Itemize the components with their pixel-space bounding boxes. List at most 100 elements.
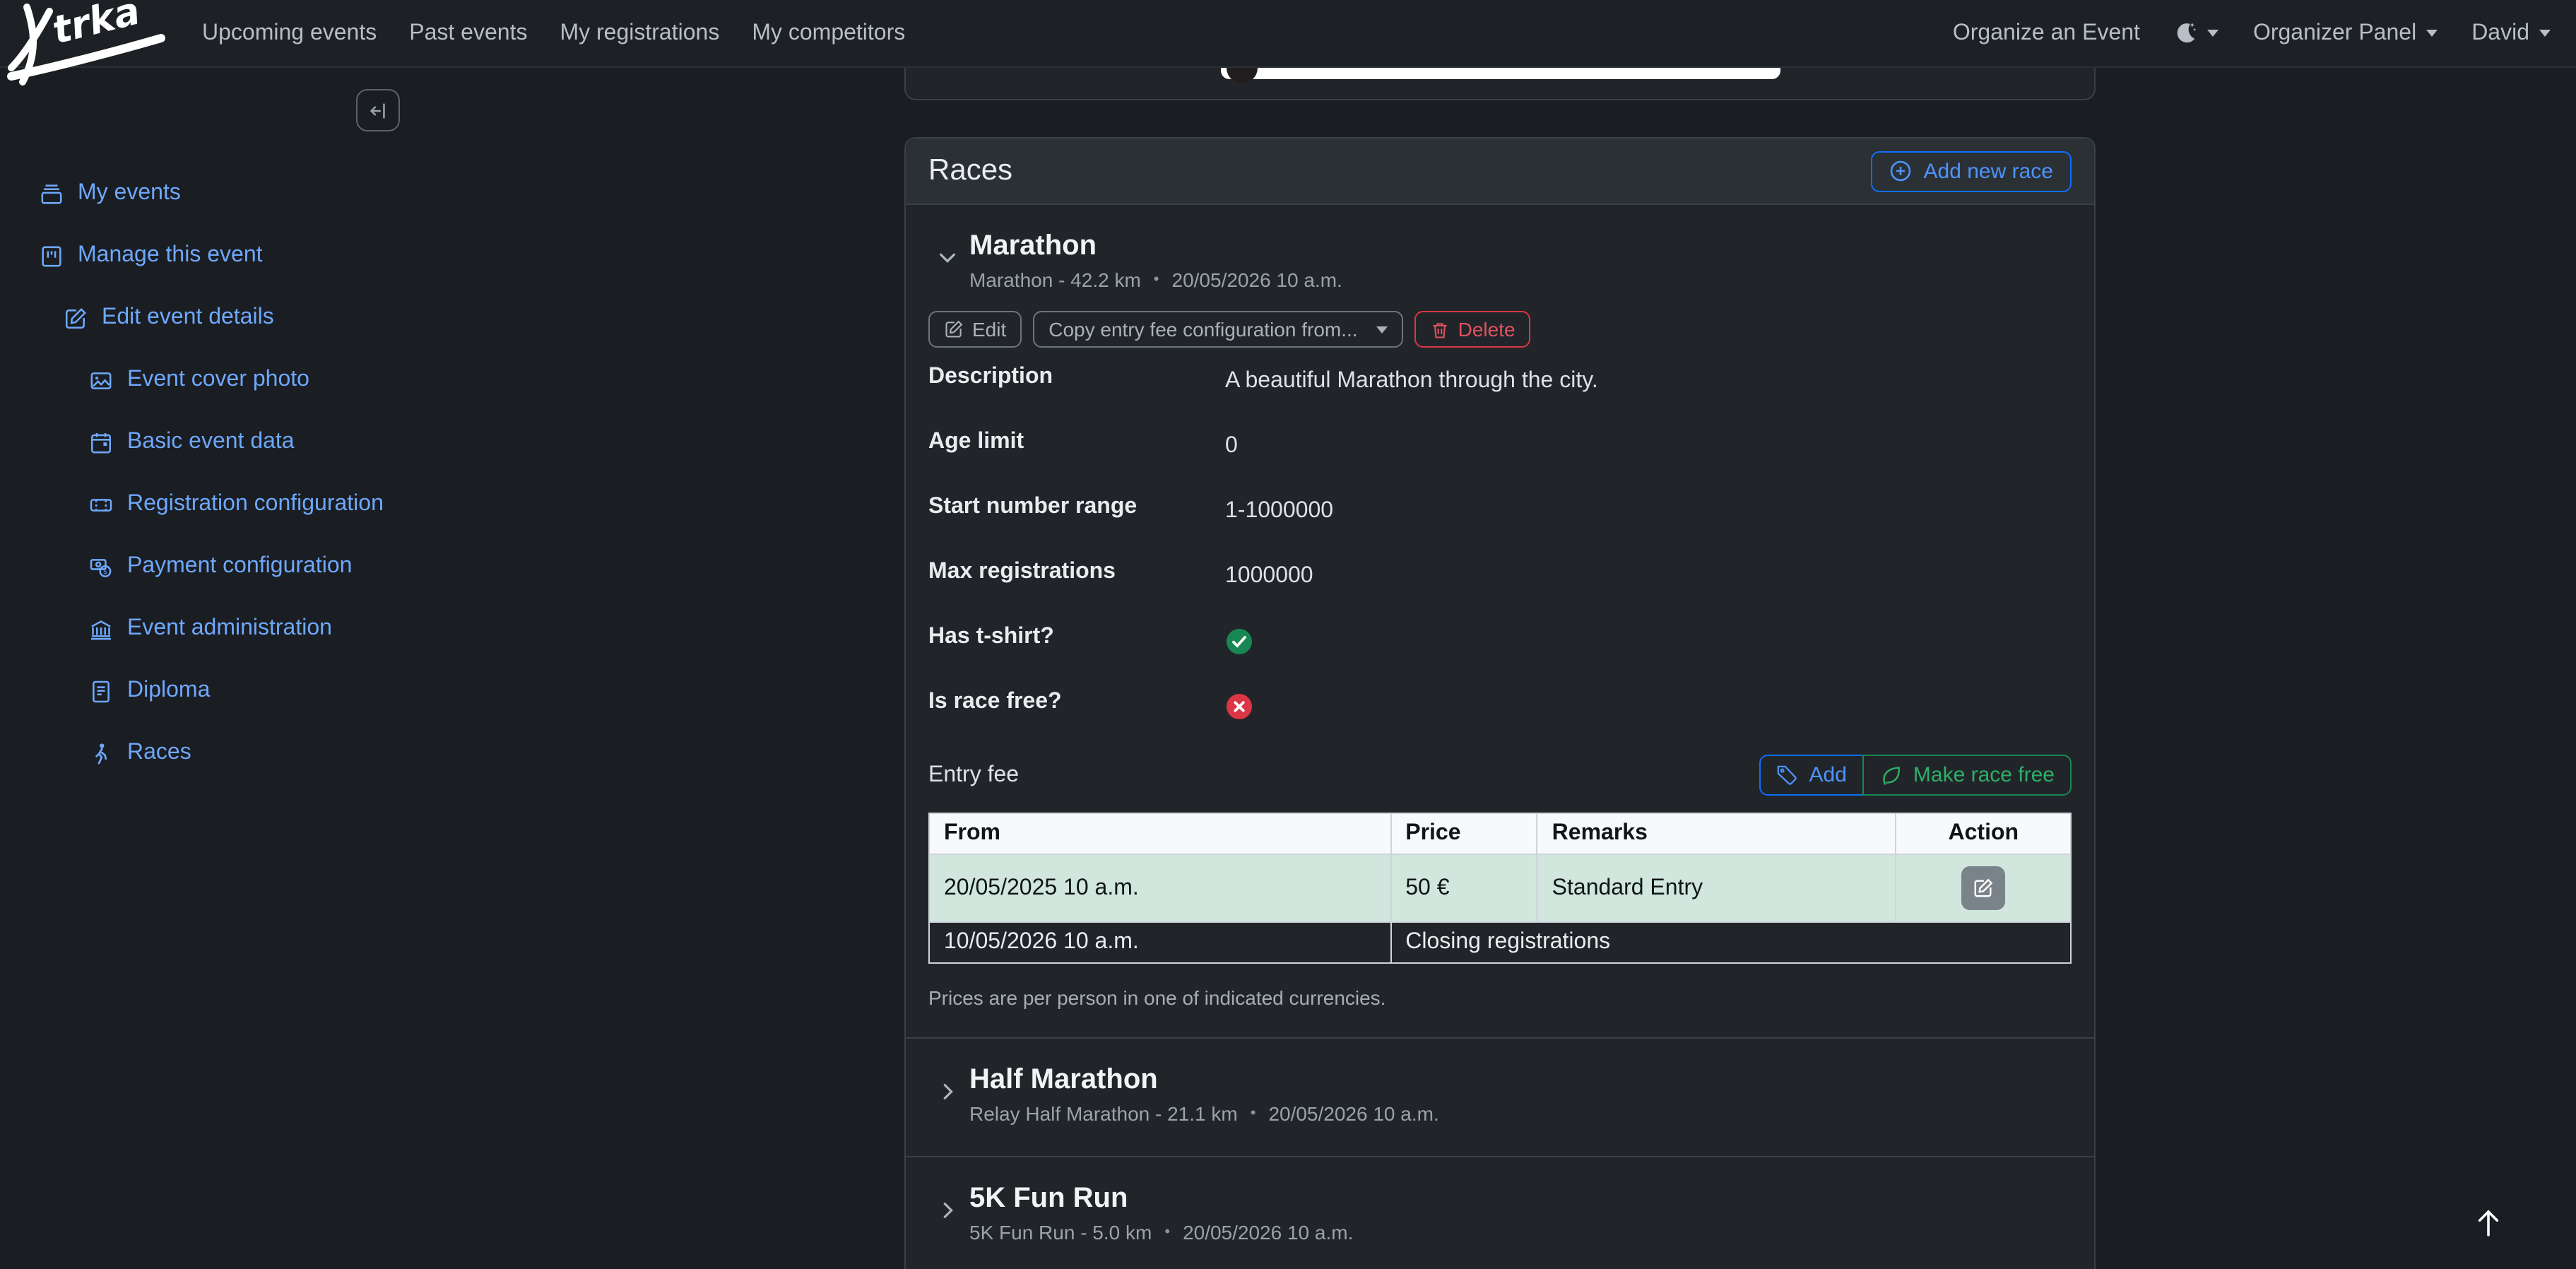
column-header-price: Price — [1390, 813, 1538, 855]
column-header-from: From — [928, 813, 1392, 855]
race-fields: Description A beautiful Marathon through… — [928, 365, 2072, 724]
dot-separator: • — [1164, 1224, 1171, 1241]
field-value: A beautiful Marathon through the city. — [1225, 369, 1598, 393]
chevron-right-icon — [937, 1081, 958, 1102]
race-marathon-toggle[interactable]: Marathon Marathon - 42.2 km • 20/05/2026… — [928, 230, 2072, 291]
race-section-5k-fun-run[interactable]: 5K Fun Run 5K Fun Run - 5.0 km • 20/05/2… — [906, 1156, 2094, 1269]
main-nav: Upcoming events Past events My registrat… — [202, 20, 905, 46]
calendar-icon — [89, 430, 113, 454]
field-value: 1-1000000 — [1225, 499, 1334, 523]
make-race-free-button[interactable]: Make race free — [1862, 755, 2072, 796]
field-row-start-number-range: Start number range 1-1000000 — [928, 495, 2072, 529]
navbar-right: Organize an Event Organizer Panel David — [1953, 20, 2576, 46]
entry-fee-table: From Price Remarks Action 20/05/2025 10 … — [928, 813, 2072, 964]
dot-separator: • — [1250, 1105, 1256, 1122]
race-distance: Relay Half Marathon - 21.1 km — [969, 1102, 1238, 1125]
sidebar-item-payment-configuration[interactable]: $ Payment configuration — [0, 536, 452, 598]
field-label: Has t-shirt? — [928, 625, 1054, 649]
race-section-marathon: Marathon Marathon - 42.2 km • 20/05/2026… — [906, 205, 2094, 1037]
organizer-panel-label: Organizer Panel — [2252, 20, 2417, 45]
sidebar-item-edit-event-details[interactable]: Edit event details — [0, 287, 452, 349]
sidebar-item-event-cover-photo[interactable]: Event cover photo — [0, 349, 452, 411]
file-text-icon — [89, 679, 113, 703]
caret-down-icon — [1376, 326, 1388, 333]
race-datetime: 20/05/2026 10 a.m. — [1171, 268, 1342, 291]
race-title: Half Marathon — [969, 1064, 1158, 1095]
sidebar-item-my-events[interactable]: My events — [0, 163, 452, 225]
pencil-square-icon — [64, 306, 88, 330]
column-header-action: Action — [1895, 813, 2072, 855]
sidebar-item-races[interactable]: Races — [0, 722, 452, 784]
sidebar-item-label: Manage this event — [78, 243, 263, 267]
field-value: 0 — [1225, 434, 1238, 458]
copy-entry-fee-label: Copy entry fee configuration from... — [1048, 318, 1358, 341]
prices-note: Prices are per person in one of indicate… — [928, 986, 1386, 1009]
theme-toggle-menu[interactable] — [2174, 21, 2219, 45]
sidebar-item-event-administration[interactable]: Event administration — [0, 598, 452, 660]
field-label: Age limit — [928, 430, 1024, 454]
collection-icon — [40, 182, 64, 206]
chevron-right-icon — [937, 1200, 958, 1221]
nav-past-events[interactable]: Past events — [409, 20, 527, 46]
organizer-panel-menu[interactable]: Organizer Panel — [2253, 20, 2438, 46]
nav-upcoming-events[interactable]: Upcoming events — [202, 20, 377, 46]
edit-entry-fee-button[interactable] — [1961, 866, 2006, 910]
race-titles: 5K Fun Run 5K Fun Run - 5.0 km • 20/05/2… — [969, 1183, 1353, 1244]
race-distance: Marathon - 42.2 km — [969, 268, 1141, 291]
nav-organize-an-event[interactable]: Organize an Event — [1953, 20, 2140, 46]
sidebar-item-manage-this-event[interactable]: Manage this event — [0, 225, 452, 287]
races-card: Races Add new race Marathon Marathon - 4… — [904, 137, 2096, 1269]
race-5k-fun-run-toggle[interactable]: 5K Fun Run 5K Fun Run - 5.0 km • 20/05/2… — [928, 1183, 2072, 1244]
nav-my-competitors[interactable]: My competitors — [752, 20, 905, 46]
sidebar-item-label: Diploma — [127, 678, 211, 702]
kanban-icon — [40, 244, 64, 268]
race-subtitle: Marathon - 42.2 km • 20/05/2026 10 a.m. — [969, 268, 1342, 291]
race-section-half-marathon[interactable]: Half Marathon Relay Half Marathon - 21.1… — [906, 1037, 2094, 1156]
caret-down-icon — [2207, 30, 2219, 37]
ticket-icon — [89, 492, 113, 517]
user-menu[interactable]: David — [2471, 20, 2551, 46]
delete-race-button[interactable]: Delete — [1414, 311, 1531, 348]
cash-coin-icon: $ — [89, 555, 113, 579]
field-label: Start number range — [928, 495, 1138, 519]
field-row-description: Description A beautiful Marathon through… — [928, 365, 2072, 399]
edit-race-button[interactable]: Edit — [928, 311, 1022, 348]
sidebar-item-basic-event-data[interactable]: Basic event data — [0, 411, 452, 473]
race-datetime: 20/05/2026 10 a.m. — [1183, 1221, 1354, 1244]
race-half-marathon-toggle[interactable]: Half Marathon Relay Half Marathon - 21.1… — [928, 1064, 2072, 1125]
nav-my-registrations[interactable]: My registrations — [560, 20, 719, 46]
column-header-remarks: Remarks — [1536, 813, 1897, 855]
race-action-buttons: Edit Copy entry fee configuration from..… — [928, 311, 2072, 348]
sidebar-item-registration-configuration[interactable]: Registration configuration — [0, 473, 452, 536]
person-walking-icon — [89, 741, 113, 765]
field-row-is-race-free: Is race free? — [928, 690, 2072, 724]
race-titles: Half Marathon Relay Half Marathon - 21.1… — [969, 1064, 1439, 1125]
top-navbar: Upcoming events Past events My registrat… — [0, 0, 2576, 68]
table-row: 10/05/2026 10 a.m. Closing registrations — [928, 921, 2072, 964]
sidebar-item-diploma[interactable]: Diploma — [0, 660, 452, 722]
cell-from: 20/05/2025 10 a.m. — [928, 854, 1392, 923]
sidebar-collapse-button[interactable] — [356, 89, 400, 131]
race-subtitle: Relay Half Marathon - 21.1 km • 20/05/20… — [969, 1102, 1439, 1125]
race-datetime: 20/05/2026 10 a.m. — [1268, 1102, 1439, 1125]
trash-icon — [1430, 319, 1450, 340]
add-new-race-button[interactable]: Add new race — [1871, 150, 2072, 191]
table-row: 20/05/2025 10 a.m. 50 € Standard Entry — [928, 854, 2072, 923]
delete-label: Delete — [1458, 318, 1516, 341]
plus-circle-icon — [1890, 160, 1913, 182]
field-row-max-registrations: Max registrations 1000000 — [928, 560, 2072, 594]
brand-logo[interactable]: trka — [6, 1, 175, 89]
add-entry-fee-button[interactable]: Add — [1759, 755, 1864, 796]
bank-icon — [89, 617, 113, 641]
sidebar-item-label: Edit event details — [102, 305, 274, 329]
field-row-has-tshirt: Has t-shirt? — [928, 625, 2072, 659]
scroll-to-top-button[interactable] — [2473, 1205, 2504, 1239]
field-row-age-limit: Age limit 0 — [928, 430, 2072, 464]
copy-entry-fee-dropdown[interactable]: Copy entry fee configuration from... — [1033, 311, 1403, 348]
entry-fee-header: Entry fee Add Make race free — [928, 755, 2072, 796]
sidebar-item-label: Event administration — [127, 616, 332, 640]
sidebar-item-label: Event cover photo — [127, 367, 309, 391]
cell-from: 10/05/2026 10 a.m. — [928, 921, 1392, 964]
edit-label: Edit — [972, 318, 1007, 341]
race-title: Marathon — [969, 230, 1097, 261]
